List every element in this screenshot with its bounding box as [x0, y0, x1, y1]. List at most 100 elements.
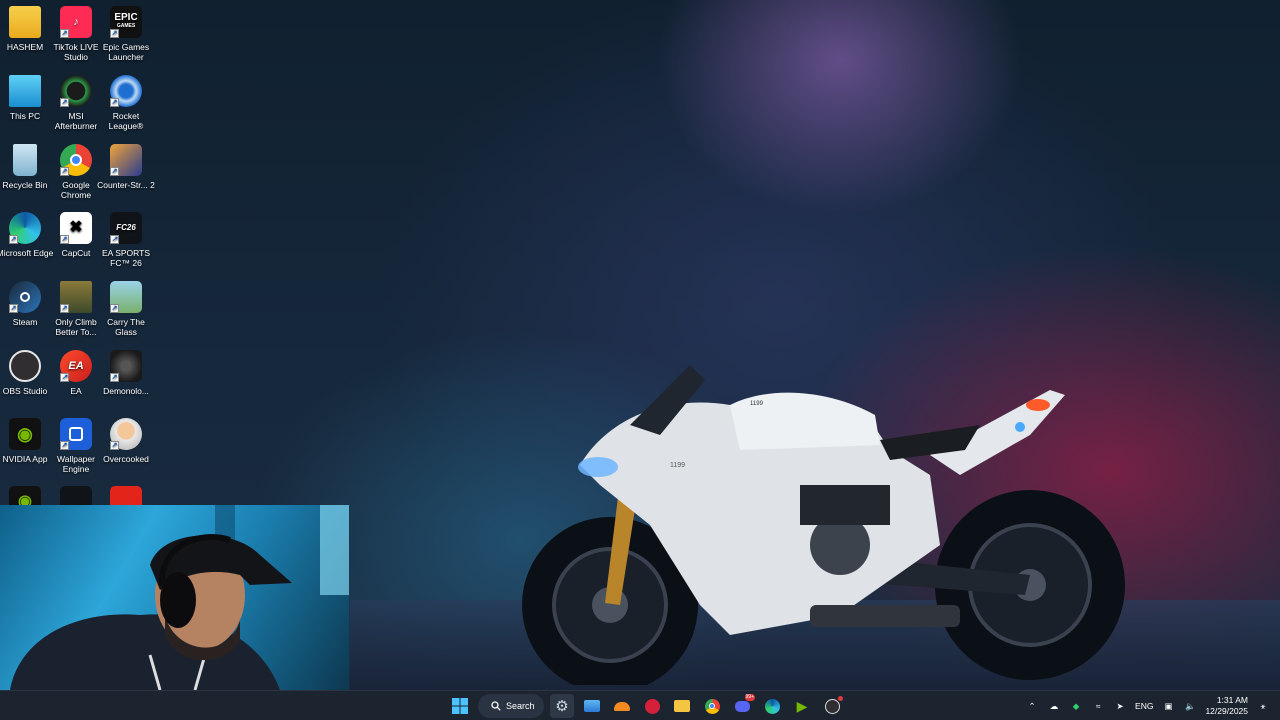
search-icon [491, 701, 501, 711]
bike-badge: 1199 [670, 462, 685, 469]
desktop-icon-label: EA SPORTS FC™ 26 [101, 248, 151, 268]
desktop-icon-overcooked[interactable]: ↗ Overcooked [97, 418, 155, 464]
taskbar-apps: Search ⚙ 99+ ▶ [448, 691, 844, 720]
taskbar-app-red[interactable] [640, 694, 664, 718]
shortcut-arrow-icon: ↗ [9, 304, 18, 313]
desktop-icon-this-pc[interactable]: This PC [0, 75, 54, 121]
shortcut-arrow-icon: ↗ [110, 235, 119, 244]
language-indicator[interactable]: ENG [1135, 701, 1153, 711]
desktop-icon-label: NVIDIA App [2, 454, 48, 464]
desktop-icon-label: Only Climb Better To... [55, 317, 97, 337]
shortcut-arrow-icon: ↗ [60, 98, 69, 107]
start-button[interactable] [448, 694, 472, 718]
desktop-icon-label: Carry The Glass [107, 317, 145, 337]
desktop-icon-label: Recycle Bin [2, 180, 48, 190]
shortcut-arrow-icon: ↗ [110, 167, 119, 176]
onedrive-icon[interactable]: ☁ [1047, 699, 1061, 713]
shortcut-arrow-icon: ↗ [60, 235, 69, 244]
recycle-bin-icon [13, 144, 37, 176]
shortcut-arrow-icon: ↗ [60, 29, 69, 38]
notification-badge: 99+ [744, 694, 755, 701]
wallpaper-engine-icon: ↗ [60, 418, 92, 450]
shortcut-arrow-icon: ↗ [60, 441, 69, 450]
desktop-icon-label: Counter-Str... 2 [97, 180, 155, 190]
shortcut-arrow-icon: ↗ [60, 167, 69, 176]
desktop-icon-recycle-bin[interactable]: Recycle Bin [0, 144, 54, 190]
windows-logo-icon [452, 698, 468, 714]
taskbar-photos[interactable] [580, 694, 604, 718]
system-tray: ⌃ ☁ ◆ ≈ ➤ ENG ▣ 🔈 1:31 AM 12/29/2025 ⚹ [1025, 691, 1270, 720]
desktop-icon-label: OBS Studio [2, 386, 48, 396]
shortcut-arrow-icon: ↗ [110, 29, 119, 38]
carry-the-glass-icon: ↗ [110, 281, 142, 313]
desktop-icon-counter-strike-2[interactable]: ↗ Counter-Str... 2 [97, 144, 155, 190]
folder-icon [674, 700, 690, 712]
desktop-icon-label: Demonolo... [103, 386, 149, 396]
msi-afterburner-icon: ↗ [60, 75, 92, 107]
photos-icon [584, 700, 600, 712]
taskbar-chrome[interactable] [700, 694, 724, 718]
edge-icon: ↗ [9, 212, 41, 244]
monitor-icon [9, 75, 41, 107]
rocket-league-icon: ↗ [110, 75, 142, 107]
desktop-icon-label: This PC [9, 111, 41, 121]
desktop-icon-ea-sports-fc-26[interactable]: FC26 ↗ EA SPORTS FC™ 26 [97, 212, 155, 268]
recording-dot-icon [838, 696, 843, 701]
motorcycle-image: 1199 1199 [522, 365, 1125, 685]
desktop-icon-nvidia-app[interactable]: ◉ NVIDIA App [0, 418, 54, 464]
desktop-icon-label: HASHEM [6, 42, 44, 52]
network-share-icon[interactable]: ≈ [1091, 699, 1105, 713]
shortcut-arrow-icon: ↗ [60, 373, 69, 382]
ea-fc-icon: FC26 ↗ [110, 212, 142, 244]
search-label: Search [506, 701, 535, 711]
shortcut-arrow-icon: ↗ [110, 98, 119, 107]
desktop-icon-rocket-league[interactable]: ↗ Rocket League® [97, 75, 155, 131]
desktop-icon-carry-the-glass[interactable]: ↗ Carry The Glass [97, 281, 155, 337]
desktop-icon-label: Wallpaper Engine [57, 454, 95, 474]
taskbar-obs[interactable] [820, 694, 844, 718]
desktop-icon-label: Steam [12, 317, 38, 327]
taskbar-cloud-app[interactable] [610, 694, 634, 718]
shortcut-arrow-icon: ↗ [60, 304, 69, 313]
demonologist-icon: ↗ [110, 350, 142, 382]
shortcut-arrow-icon: ↗ [110, 441, 119, 450]
clock[interactable]: 1:31 AM 12/29/2025 [1205, 695, 1248, 717]
taskbar-settings[interactable]: ⚙ [550, 694, 574, 718]
volume-icon[interactable]: 🔈 [1183, 699, 1197, 713]
desktop-icon-epic-games[interactable]: EPIC GAMES ↗ Epic Games Launcher [97, 6, 155, 62]
desktop-icon-label: EA [70, 386, 82, 396]
taskbar-nvidia-app[interactable]: ▶ [790, 694, 814, 718]
notification-bell-icon[interactable]: ⚹ [1256, 699, 1270, 713]
taskbar-file-explorer[interactable] [670, 694, 694, 718]
discord-icon [734, 700, 750, 712]
epic-games-icon: EPIC GAMES ↗ [110, 6, 142, 38]
clock-time: 1:31 AM [1216, 695, 1248, 705]
obs-icon [9, 350, 41, 382]
taskbar-edge[interactable] [760, 694, 784, 718]
shortcut-arrow-icon: ↗ [9, 235, 18, 244]
nvidia-icon: ◉ [9, 418, 41, 450]
only-climb-icon: ↗ [60, 281, 92, 313]
network-icon[interactable]: ▣ [1161, 699, 1175, 713]
desktop-icon-label: Overcooked [103, 454, 149, 464]
desktop-icon-demonologist[interactable]: ↗ Demonolo... [97, 350, 155, 396]
chevron-up-icon[interactable]: ⌃ [1025, 699, 1039, 713]
defender-icon[interactable]: ◆ [1069, 699, 1083, 713]
nvidia-icon: ▶ [796, 697, 808, 714]
send-icon[interactable]: ➤ [1113, 699, 1127, 713]
app-red-icon [644, 698, 660, 714]
taskbar-search-button[interactable]: Search [478, 694, 544, 718]
desktop-icon-steam[interactable]: ↗ Steam [0, 281, 54, 327]
taskbar-discord[interactable]: 99+ [730, 694, 755, 718]
desktop-icon-label: Epic Games Launcher [102, 42, 150, 62]
desktop-icon-microsoft-edge[interactable]: ↗ Microsoft Edge [0, 212, 54, 258]
counter-strike-icon: ↗ [110, 144, 142, 176]
webcam-overlay [0, 505, 349, 690]
desktop-icon-hashem[interactable]: HASHEM [0, 6, 54, 52]
desktop-icon-obs-studio[interactable]: OBS Studio [0, 350, 54, 396]
gear-icon: ⚙ [555, 698, 569, 715]
desktop-icon-label: TikTok LIVE Studio [53, 42, 99, 62]
desktop-icon-label: Google Chrome [60, 180, 92, 200]
clock-date: 12/29/2025 [1205, 706, 1248, 716]
desktop-icon-label: Microsoft Edge [0, 248, 54, 258]
